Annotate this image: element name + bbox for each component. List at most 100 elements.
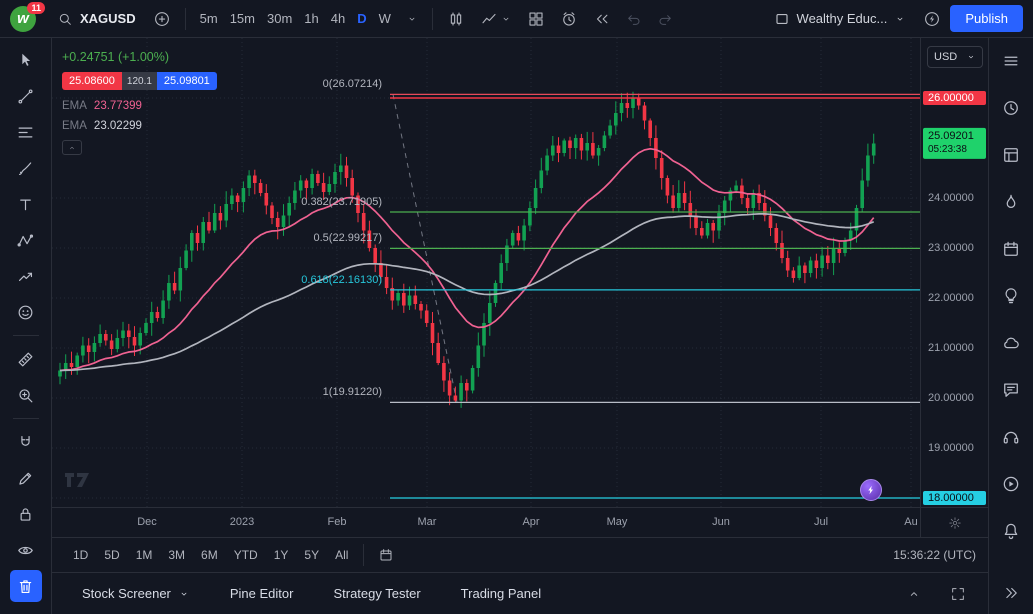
brush-icon <box>16 159 35 178</box>
indicators-button[interactable] <box>474 5 518 33</box>
chevron-up-icon <box>906 586 922 602</box>
boost-badge[interactable] <box>860 479 882 501</box>
bulb-icon <box>1001 286 1021 306</box>
tool-remove-drawings[interactable] <box>10 570 42 602</box>
range-ytd[interactable]: YTD <box>227 544 265 566</box>
toolbar-separator <box>185 8 186 30</box>
tool-brush[interactable] <box>10 152 42 184</box>
axis-settings-corner[interactable] <box>920 508 988 538</box>
currency-label: USD <box>934 51 957 63</box>
range-5y[interactable]: 5Y <box>297 544 326 566</box>
indicator-value: 23.02299 <box>94 120 142 132</box>
eye-icon <box>16 541 35 560</box>
publish-button[interactable]: Publish <box>950 5 1023 32</box>
price-tick: 22.00000 <box>928 292 974 304</box>
timeframe-5m[interactable]: 5m <box>194 7 224 30</box>
tool-drawing-mode[interactable] <box>10 462 42 494</box>
price-scale[interactable]: USD 24.0000023.0000022.0000021.0000020.0… <box>920 38 988 507</box>
layout-select[interactable]: Wealthy Educ... <box>766 7 915 31</box>
bolt-icon <box>865 484 877 496</box>
timeframe-D[interactable]: D <box>351 7 372 30</box>
tab-pine-editor[interactable]: Pine Editor <box>230 586 294 601</box>
currency-selector[interactable]: USD <box>927 46 983 68</box>
sidebar-minds-button[interactable] <box>1000 332 1022 354</box>
sell-price-button[interactable]: 25.08600 <box>62 72 122 90</box>
legend-collapse-button[interactable] <box>62 140 82 155</box>
replay-button[interactable] <box>587 5 617 33</box>
alarm-icon <box>560 10 578 28</box>
tool-hide-drawings[interactable] <box>10 534 42 566</box>
sidebar-comments-button[interactable] <box>1000 379 1022 401</box>
comment-icon <box>1001 380 1021 400</box>
play-icon <box>1001 474 1021 494</box>
tool-magnet[interactable] <box>10 426 42 458</box>
timeframe-30m[interactable]: 30m <box>261 7 298 30</box>
indicator-legend-ema-1[interactable]: EMA 23.77399 <box>62 100 217 112</box>
sidebar-notifications-button[interactable] <box>1000 520 1022 542</box>
sidebar-alerts-button[interactable] <box>1000 97 1022 119</box>
tool-forecast[interactable] <box>10 260 42 292</box>
timeframe-15m[interactable]: 15m <box>224 7 261 30</box>
cursor-icon <box>16 51 35 70</box>
sidebar-collapse-button[interactable] <box>1000 582 1022 604</box>
range-6m[interactable]: 6M <box>194 544 225 566</box>
price-tick: 24.00000 <box>928 192 974 204</box>
tab-strategy-tester[interactable]: Strategy Tester <box>333 586 420 601</box>
clock-display[interactable]: 15:36:22 (UTC) <box>893 548 976 562</box>
boost-button[interactable] <box>917 5 947 33</box>
chart-style-button[interactable] <box>441 5 471 33</box>
tab-stock-screener[interactable]: Stock Screener <box>82 586 190 601</box>
spread-value: 120.1 <box>122 72 157 90</box>
tool-trend-line[interactable] <box>10 80 42 112</box>
timeframe-4h[interactable]: 4h <box>325 7 351 30</box>
compare-add-button[interactable] <box>147 5 177 33</box>
bottom-panel: Stock Screener Pine Editor Strategy Tester… <box>52 572 988 614</box>
panel-maximize-button[interactable] <box>944 581 972 607</box>
timeframe-1h[interactable]: 1h <box>298 7 324 30</box>
sidebar-calendar-button[interactable] <box>1000 238 1022 260</box>
go-to-date-button[interactable] <box>372 542 400 568</box>
sidebar-support-button[interactable] <box>1000 426 1022 448</box>
range-1d[interactable]: 1D <box>66 544 95 566</box>
indicator-legend-ema-2[interactable]: EMA 23.02299 <box>62 120 217 132</box>
alert-button[interactable] <box>554 5 584 33</box>
tool-cursor[interactable] <box>10 44 42 76</box>
symbol-search-button[interactable]: XAGUSD <box>49 7 144 31</box>
range-1m[interactable]: 1M <box>129 544 160 566</box>
tool-xabcd-pattern[interactable] <box>10 224 42 256</box>
tool-emoji[interactable] <box>10 296 42 328</box>
buy-price-button[interactable]: 25.09801 <box>157 72 217 90</box>
layout-grid-button[interactable] <box>521 5 551 33</box>
chart-pane[interactable]: 0(26.07214)0.382(23.71905)0.5(22.99217)0… <box>52 38 920 507</box>
tool-zoom[interactable] <box>10 379 42 411</box>
tool-fib-retracement[interactable] <box>10 116 42 148</box>
top-toolbar: w 11 XAGUSD 5m15m30m1h4hDW Wealthy Educ.… <box>0 0 1033 38</box>
tab-trading-panel[interactable]: Trading Panel <box>461 586 541 601</box>
time-axis-label: Dec <box>125 516 169 528</box>
range-all[interactable]: All <box>328 544 355 566</box>
sidebar-streams-button[interactable] <box>1000 473 1022 495</box>
cloud-icon <box>1001 333 1021 353</box>
panel-collapse-button[interactable] <box>900 581 928 607</box>
interval-menu-button[interactable] <box>400 8 424 30</box>
redo-button[interactable] <box>651 6 679 32</box>
tool-measure[interactable] <box>10 343 42 375</box>
range-1y[interactable]: 1Y <box>267 544 296 566</box>
sidebar-ideas-button[interactable] <box>1000 285 1022 307</box>
range-5d[interactable]: 5D <box>97 544 126 566</box>
magnet-icon <box>16 433 35 452</box>
range-toolbar: 1D5D1M3M6MYTD1Y5YAll 15:36:22 (UTC) <box>52 537 988 572</box>
tab-label: Pine Editor <box>230 586 294 601</box>
range-3m[interactable]: 3M <box>161 544 192 566</box>
app-logo[interactable]: w 11 <box>10 5 42 33</box>
tool-lock-drawings[interactable] <box>10 498 42 530</box>
timeframe-W[interactable]: W <box>373 7 397 30</box>
undo-button[interactable] <box>620 6 648 32</box>
sidebar-watchlist-button[interactable] <box>1000 50 1022 72</box>
tool-text[interactable] <box>10 188 42 220</box>
sidebar-hotlists-button[interactable] <box>1000 191 1022 213</box>
plus-circle-icon <box>153 10 171 28</box>
sidebar-data-window-button[interactable] <box>1000 144 1022 166</box>
time-axis[interactable]: Dec2023FebMarAprMayJunJulAu <box>52 507 988 537</box>
redo-icon <box>657 11 673 27</box>
